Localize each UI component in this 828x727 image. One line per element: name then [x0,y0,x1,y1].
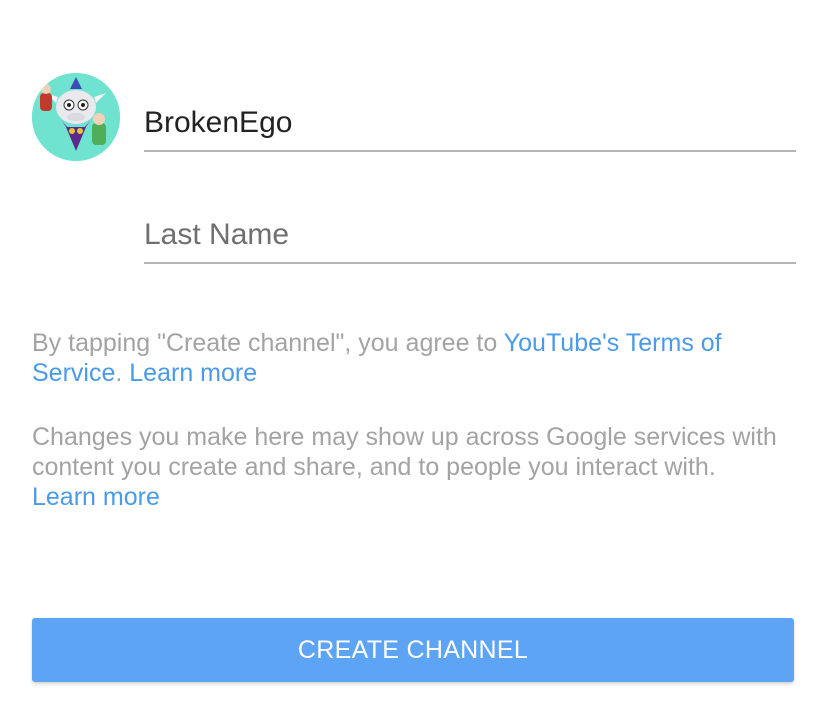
terms-prefix-text: By tapping "Create channel", you agree t… [32,329,504,357]
terms-separator: . [115,359,130,387]
last-name-field[interactable] [144,214,796,264]
avatar-image-icon [32,73,120,161]
terms-notice: By tapping "Create channel", you agree t… [32,328,802,388]
first-name-input[interactable] [144,106,796,140]
privacy-notice: Changes you make here may show up across… [32,422,802,512]
privacy-learn-more-link[interactable]: Learn more [32,483,160,511]
avatar[interactable] [32,73,120,161]
create-channel-button[interactable]: CREATE CHANNEL [32,618,794,682]
terms-learn-more-link[interactable]: Learn more [129,359,257,387]
first-name-field[interactable] [144,102,796,152]
last-name-input[interactable] [144,218,796,252]
privacy-notice-text: Changes you make here may show up across… [32,423,777,481]
